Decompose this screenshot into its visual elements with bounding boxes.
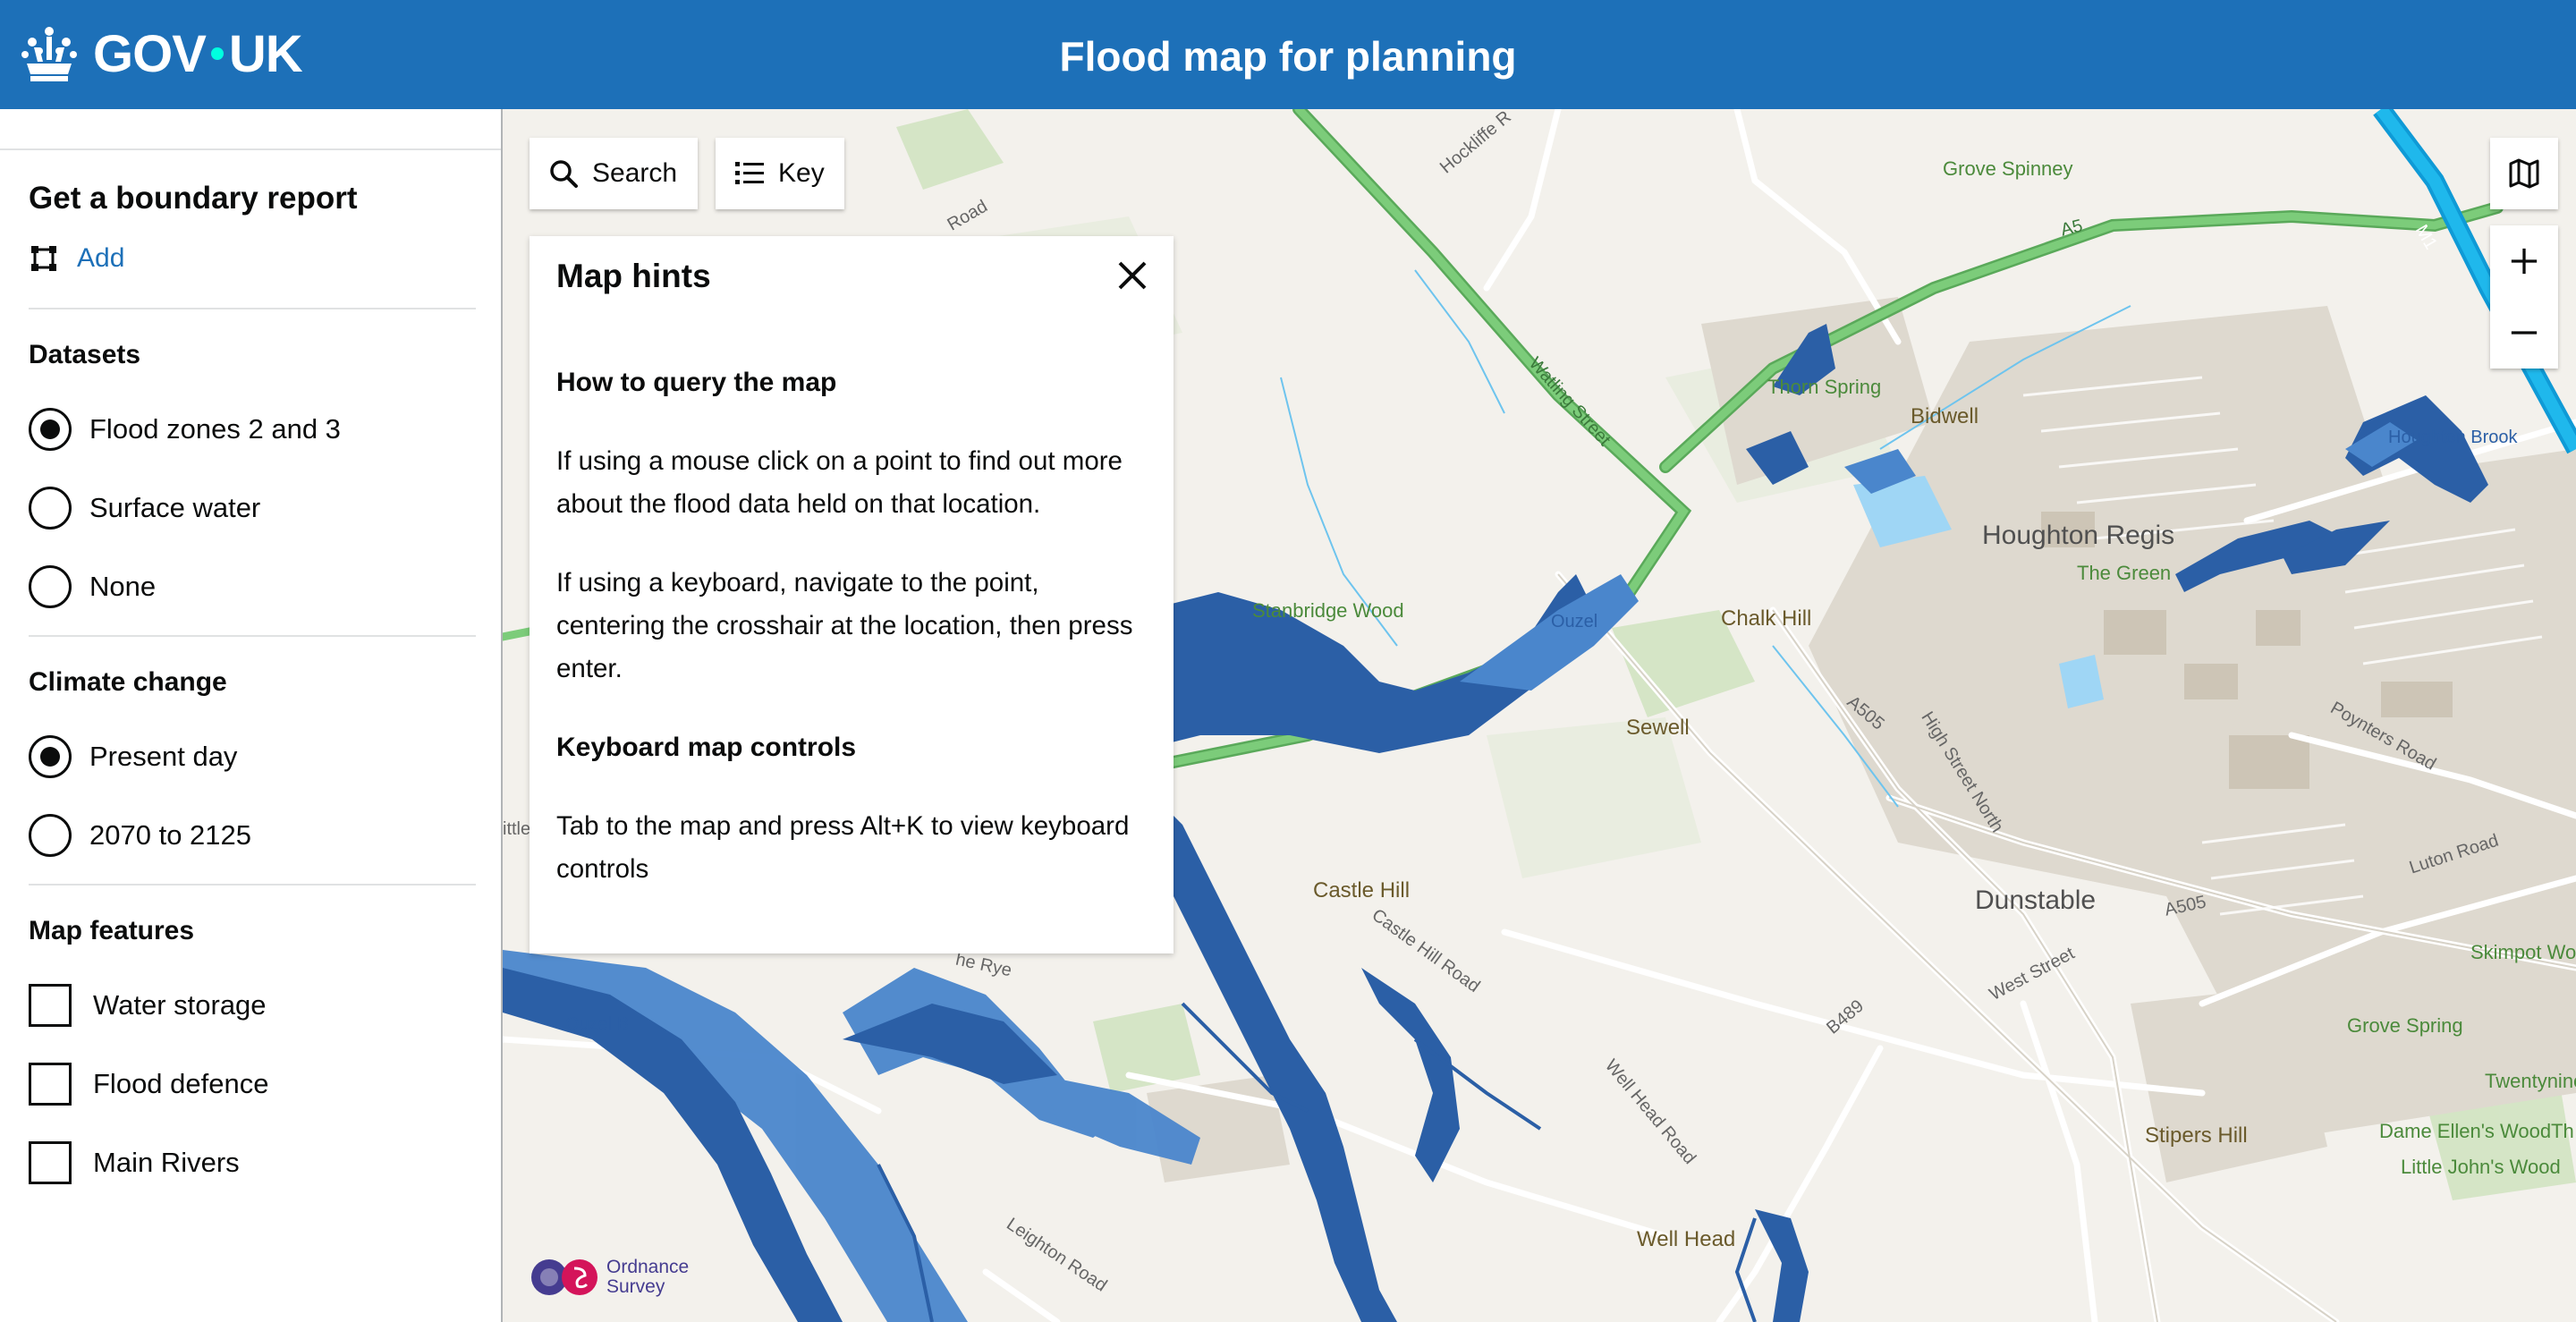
map-label: ittle — [503, 819, 531, 839]
checkbox-label: Water storage — [93, 989, 267, 1021]
map-label: Stanbridge Wood — [1252, 599, 1404, 622]
map-label: Ouzel — [1551, 612, 1598, 631]
map-label: Chalk Hill — [1721, 606, 1812, 631]
basemap-button[interactable] — [2490, 138, 2558, 209]
checkbox-flood-defence[interactable]: Flood defence — [29, 1063, 268, 1106]
sidebar-divider — [0, 148, 501, 150]
radio-label: Present day — [89, 741, 238, 772]
radio-button[interactable] — [29, 735, 72, 778]
map-label: Houghton Regis — [1982, 521, 2175, 550]
radio-2070-2125[interactable]: 2070 to 2125 — [29, 814, 251, 857]
checkbox-main-rivers[interactable]: Main Rivers — [29, 1141, 240, 1184]
map-label: Sewell — [1626, 716, 1690, 740]
controls-hint: Tab to the map and press Alt+K to view k… — [556, 811, 1130, 884]
map-label: Stipers Hill — [2145, 1123, 2248, 1148]
radio-button[interactable] — [29, 487, 72, 530]
controls-heading: Keyboard map controls — [556, 733, 857, 762]
hints-body: How to query the map If using a mouse cl… — [556, 361, 1147, 927]
sidebar: Get a boundary report Add Datasets Flood… — [0, 109, 503, 1322]
radio-button[interactable] — [29, 565, 72, 608]
polygon-icon — [31, 246, 56, 271]
map-label: Th — [2551, 1120, 2574, 1142]
radio-button[interactable] — [29, 408, 72, 451]
radio-label: None — [89, 571, 157, 602]
close-icon[interactable] — [1114, 258, 1150, 293]
map-label: Thorn Spring — [1767, 376, 1882, 398]
checkbox-label: Main Rivers — [93, 1147, 240, 1178]
checkbox[interactable] — [29, 1063, 72, 1106]
sidebar-divider — [29, 635, 476, 637]
radio-label: Surface water — [89, 492, 261, 523]
map-label: Dame Ellen's Wood — [2379, 1120, 2552, 1142]
radio-label: Flood zones 2 and 3 — [89, 413, 341, 445]
site-header: GOV UK Flood map for planning — [0, 0, 2576, 109]
zoom-in-button[interactable] — [2490, 225, 2558, 297]
sidebar-divider — [29, 884, 476, 886]
radio-flood-zones[interactable]: Flood zones 2 and 3 — [29, 408, 341, 451]
key-label: Key — [778, 158, 825, 188]
radio-surface-water[interactable]: Surface water — [29, 487, 260, 530]
checkbox[interactable] — [29, 984, 72, 1027]
search-icon — [550, 160, 578, 188]
add-boundary-link[interactable]: Add — [29, 243, 124, 274]
zoom-out-button[interactable] — [2490, 297, 2558, 369]
radio-none[interactable]: None — [29, 565, 156, 608]
key-button[interactable]: Key — [716, 138, 844, 209]
plus-icon — [2511, 248, 2538, 275]
radio-label: 2070 to 2125 — [89, 819, 252, 851]
os-text-line1: Ordnance — [606, 1257, 690, 1277]
map-label: Grove Spinney — [1943, 157, 2073, 180]
boundary-heading: Get a boundary report — [29, 181, 358, 216]
page-title: Flood map for planning — [1059, 33, 1517, 80]
map-label: Twentynine — [2485, 1070, 2576, 1092]
query-heading: How to query the map — [556, 368, 837, 397]
map-label: Houghton Brook — [2388, 428, 2518, 447]
minus-icon — [2511, 331, 2538, 335]
search-button[interactable]: Search — [530, 138, 698, 209]
map-hints-panel: Map hints How to query the map If using … — [530, 236, 1174, 953]
map-label: Bidwell — [1911, 404, 1979, 428]
map-label: Castle Hill — [1313, 878, 1411, 903]
mouse-hint: If using a mouse click on a point to fin… — [556, 446, 1123, 519]
os-logo-icon — [531, 1259, 597, 1295]
datasets-heading: Datasets — [29, 340, 141, 369]
sidebar-divider — [29, 308, 476, 309]
road-label: Ouzel B — [565, 1014, 630, 1034]
map-label: Skimpot Wood — [2470, 941, 2576, 963]
os-text-line2: Survey — [606, 1276, 665, 1297]
map-label: Dunstable — [1975, 886, 2097, 915]
add-label: Add — [77, 243, 125, 273]
map-icon — [2509, 158, 2539, 189]
keyboard-hint: If using a keyboard, navigate to the poi… — [556, 568, 1133, 683]
radio-button[interactable] — [29, 814, 72, 857]
map-label: The Green — [2077, 562, 2172, 584]
checkbox-water-storage[interactable]: Water storage — [29, 984, 267, 1027]
radio-present-day[interactable]: Present day — [29, 735, 237, 778]
map-label: Well Head — [1637, 1227, 1736, 1251]
hints-title: Map hints — [556, 258, 711, 294]
map-label: Little John's Wood — [2401, 1156, 2561, 1178]
ordnance-survey-logo: Ordnance Survey — [530, 1256, 689, 1299]
zoom-controls — [2490, 225, 2558, 369]
map-label: Grove Spring — [2347, 1014, 2463, 1037]
features-heading: Map features — [29, 916, 195, 945]
climate-heading: Climate change — [29, 667, 227, 697]
list-icon — [735, 162, 764, 184]
checkbox-label: Flood defence — [93, 1068, 269, 1099]
checkbox[interactable] — [29, 1141, 72, 1184]
search-label: Search — [592, 158, 678, 188]
